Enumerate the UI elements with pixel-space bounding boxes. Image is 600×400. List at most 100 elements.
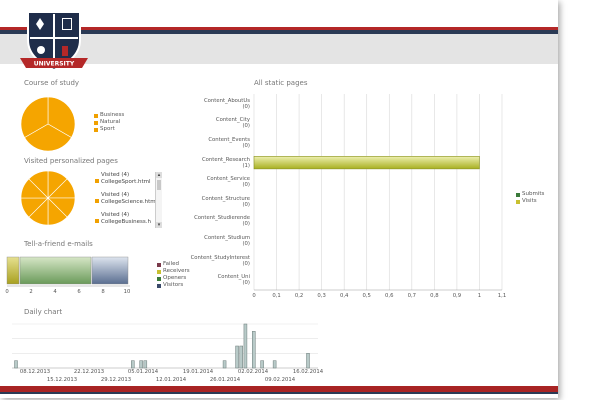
legend-swatch [94,113,98,118]
daily-bar[interactable] [272,360,277,369]
x-tick: 0,7 [407,293,417,299]
visit-count: Visited (4) [101,192,130,198]
x-tick: 10 [123,289,131,295]
legend-swatch [95,179,99,183]
daily-bar[interactable] [131,360,135,369]
page-row: CollegeBusiness.h [95,219,162,226]
page-name: CollegeBusiness.h [101,219,152,225]
category-label: Content_Service (0) [206,176,250,189]
legend-swatch [516,192,520,197]
course-of-study-title: Course of study [24,79,80,87]
legend-swatch [157,262,161,267]
bar-visits[interactable] [253,156,480,170]
daily-bar[interactable] [139,360,143,369]
x-tick: 0,8 [430,293,439,299]
visit-count: Visited (4) [101,212,130,218]
bar-openers[interactable] [19,256,92,285]
list-item[interactable]: Visited (4) CollegeBusiness.h [95,212,162,226]
date-tick: 19.01.2014 [182,369,214,375]
list-scrollbar[interactable]: ▴ ▾ [155,172,162,228]
category-label: Content_AboutUs (0) [203,97,250,110]
legend-label: Visits [522,198,537,204]
category-label: Content_Studium (0) [204,235,250,247]
category-label: Content_Structure (0) [201,195,250,208]
category-label: Content_Research (1) [201,156,250,169]
page-name: CollegeSport.html [101,179,151,185]
daily-chart-title: Daily chart [24,308,63,316]
page-row: CollegeScience.htm [95,199,162,206]
category-label: Content_Studierende (0) [194,215,250,228]
x-tick: 1 [477,293,482,299]
x-tick: 0,3 [317,293,326,299]
scroll-up-icon[interactable]: ▴ [156,172,162,178]
legend-swatch [157,269,161,274]
university-logo[interactable]: UNIVERSITY [18,6,90,76]
static-pages-legend: Submits Visits [516,191,544,205]
course-of-study-pie[interactable] [20,96,76,152]
x-tick: 0,9 [452,293,462,299]
date-tick: 09.02.2014 [264,377,296,383]
date-tick: 02.02.2014 [237,369,269,375]
daily-bar[interactable] [252,331,256,369]
legend-label: Sport [100,126,115,132]
daily-chart[interactable] [10,322,320,370]
x-tick: 1,1 [497,293,507,299]
page-row: CollegeSport.html [95,179,162,186]
x-tick: 0,6 [385,293,394,299]
scroll-down-icon[interactable]: ▾ [156,222,162,228]
x-tick: 0,1 [272,293,281,299]
legend-label: Submits [522,191,545,197]
daily-bar[interactable] [222,360,227,369]
category-label: Content_City (0) [215,117,250,130]
legend-label: Natural [100,119,121,125]
course-of-study-legend: Business Natural Sport [94,112,124,133]
date-tick: 05.01.2014 [127,369,159,375]
visited-pages-list[interactable]: Visited (4) CollegeSport.html Visited (4… [94,172,162,228]
category-label: Content_Events (0) [208,137,250,149]
scroll-thumb[interactable] [157,180,161,190]
x-tick: 0,2 [294,293,304,299]
legend-swatch [157,276,161,281]
list-item[interactable]: Visited (4) CollegeScience.htm [95,192,162,206]
date-tick: 16.02.2014 [292,369,324,375]
legend-swatch [94,127,98,132]
legend-item: Business [94,112,124,119]
x-tick: 0,5 [362,293,371,299]
x-tick: 0,4 [339,293,349,299]
static-pages-chart[interactable] [250,90,506,302]
date-tick: 08.12.2013 [19,369,51,375]
date-tick: 29.12.2013 [100,377,132,383]
date-tick: 15.12.2013 [46,377,78,383]
legend-swatch [94,120,98,125]
legend-label: Business [100,112,125,118]
daily-bar[interactable] [239,345,244,369]
footer-dark-stripe [0,392,558,394]
static-pages-title: All static pages [254,79,308,87]
legend-swatch [95,199,99,203]
daily-bar[interactable] [306,353,310,369]
daily-bar[interactable] [14,360,18,369]
legend-swatch [516,199,520,204]
date-tick: 12.01.2014 [155,377,187,383]
bar-visitors[interactable] [91,256,129,285]
tell-a-friend-chart[interactable] [4,252,134,298]
daily-bar[interactable] [243,323,248,369]
daily-bar[interactable] [260,360,264,369]
list-item[interactable]: Visited (4) CollegeSport.html [95,172,162,186]
tell-a-friend-title: Tell-a-friend e-mails [24,240,93,248]
daily-bar[interactable] [235,345,239,369]
daily-bar[interactable] [143,360,148,369]
x-tick: 0 [5,289,9,295]
legend-swatch [157,283,161,288]
legend-item: Visits [516,198,544,205]
legend-swatch [95,219,99,223]
visited-pages-pie[interactable] [20,170,76,226]
visited-pages-title: Visited personalized pages [24,157,118,165]
bar-receivers[interactable] [6,256,20,285]
visit-count: Visited (4) [101,172,130,178]
category-label: Content_StudyInterest (0) [190,254,250,267]
x-tick: 6 [77,289,81,295]
category-label: Content_Uni (0) [217,274,250,287]
logo-text: UNIVERSITY [34,61,75,68]
legend-item: Sport [94,126,124,133]
